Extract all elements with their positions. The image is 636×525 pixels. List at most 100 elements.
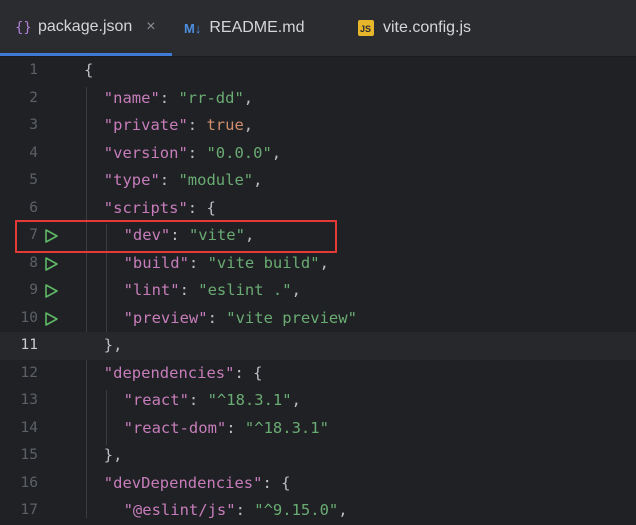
line-number: 1 [29,62,38,78]
code-token: "preview" [123,308,208,327]
run-script-icon[interactable] [43,311,59,327]
code-token: "build" [123,253,189,272]
code-text: "type": "module", [104,167,263,195]
code-line[interactable]: 2 "name": "rr-dd", [0,85,636,113]
code-line[interactable]: 17 "@eslint/js": "^9.15.0", [0,497,636,525]
code-text: "dependencies": { [104,360,263,388]
code-text: "private": true, [104,112,253,140]
code-text: "preview": "vite preview" [124,305,357,333]
markdown-icon: M↓ [184,20,202,36]
code-editor[interactable]: 1{2 "name": "rr-dd", 3 "private": true, 4 "ve… [0,57,636,519]
code-token: : [188,391,208,409]
code-token: : [226,418,245,437]
code-token: "0.0.0" [206,143,272,162]
code-line[interactable]: 3 "private": true, [0,112,636,140]
code-text: "name": "rr-dd", [104,85,253,113]
code-token: : [207,308,227,327]
code-token: , [243,88,254,107]
run-script-icon[interactable] [43,283,59,299]
code-token: "@eslint/js" [123,501,236,519]
code-token: , [243,116,254,134]
line-number: 16 [20,474,38,491]
code-token: "version" [103,143,188,162]
code-token: : [187,116,207,134]
code-text: "version": "0.0.0", [104,140,281,168]
line-number: 3 [29,117,38,133]
line-number: 9 [29,282,38,298]
code-text: "react": "^18.3.1", [124,387,301,415]
code-line[interactable]: 14 "react-dom": "^18.3.1" [0,415,636,443]
code-line[interactable]: 1{ [0,57,636,85]
code-token: "vite preview" [226,308,357,327]
code-token: "scripts" [103,198,188,217]
close-icon[interactable]: × [146,18,155,36]
code-token: : [179,281,199,299]
code-token: , [319,253,329,272]
line-number: 8 [29,254,38,271]
code-line[interactable]: 9 "lint": "eslint .", [0,277,636,305]
code-text: "scripts": { [104,195,216,223]
code-token: , [271,143,282,162]
line-number: 10 [20,309,38,326]
code-line[interactable]: 10 "preview": "vite preview" [0,305,636,333]
line-number: 4 [29,144,38,161]
code-line[interactable]: 5 "type": "module", [0,167,636,195]
code-token: "react" [123,391,189,409]
code-token: "type" [103,171,160,189]
code-line[interactable]: 6 "scripts": { [0,195,636,223]
code-text: "@eslint/js": "^9.15.0", [124,497,348,525]
code-token: "^18.3.1" [207,391,292,409]
line-number: 11 [20,337,38,353]
code-token: , [338,501,348,519]
code-token: : { [234,363,263,382]
code-token: "^9.15.0" [254,501,339,519]
js-badge-text: JS [360,24,371,34]
code-token: "react-dom" [123,418,227,437]
line-number: 15 [20,447,38,463]
code-token: "dependencies" [103,363,235,382]
svg-text:{}: {} [15,20,30,35]
code-token: "private" [103,116,188,134]
code-line[interactable]: 8 "build": "vite build", [0,250,636,278]
line-number: 13 [20,392,38,408]
code-text: }, [104,332,123,360]
code-token: : [188,253,208,272]
line-number: 6 [29,199,38,216]
tab-label: vite.config.js [383,19,472,36]
code-line[interactable]: 13 "react": "^18.3.1", [0,387,636,415]
line-number: 12 [20,364,38,381]
tab-package-json[interactable]: {} package.json × [0,0,172,56]
code-line[interactable]: 4 "version": "0.0.0", [0,140,636,168]
code-text: "react-dom": "^18.3.1" [124,415,329,443]
highlight-annotation [15,220,337,253]
code-token: "rr-dd" [178,88,244,107]
code-token: }, [103,336,123,354]
code-token: : [187,143,207,162]
line-number: 5 [29,172,38,188]
code-text: "devDependencies": { [104,470,291,498]
run-script-icon[interactable] [43,256,59,272]
code-token: , [253,171,263,189]
code-line[interactable]: 15}, [0,442,636,470]
code-line[interactable]: 16 "devDependencies": { [0,470,636,498]
code-token: true [206,116,244,134]
tab-vite-config[interactable]: JS vite.config.js [357,0,537,56]
editor-tab-bar: {} package.json × M↓ README.md JS vite.c… [0,0,636,57]
tab-readme[interactable]: M↓ README.md [184,0,344,56]
code-line[interactable]: 12 "dependencies": { [0,360,636,388]
code-token: "name" [103,88,160,107]
code-line[interactable]: 11}, [0,332,636,360]
line-number: 14 [20,419,38,436]
line-number: 17 [20,502,38,518]
code-token: : [159,88,179,107]
code-text: "lint": "eslint .", [124,277,301,305]
code-token: , [291,391,301,409]
code-text: }, [104,442,123,470]
code-token: , [291,281,301,299]
js-file-icon: JS [357,19,375,37]
code-token: : { [262,473,291,492]
code-text: "build": "vite build", [124,250,329,278]
braces-icon: {} [14,19,30,35]
code-token: : { [187,198,216,217]
code-token: "eslint ." [198,281,292,299]
